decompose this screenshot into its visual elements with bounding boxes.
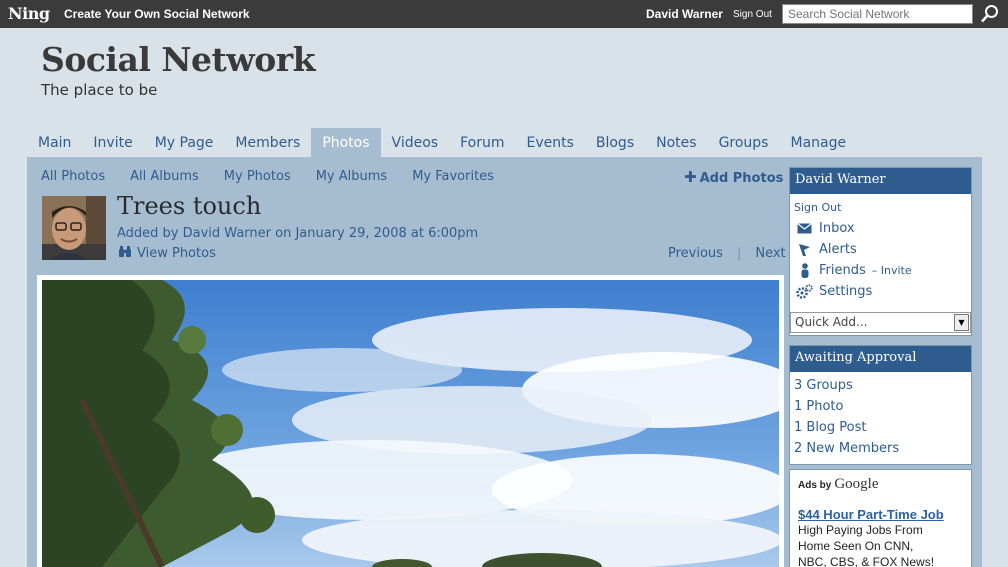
user-box: David Warner Sign Out Inbox Alerts Frien…	[789, 167, 972, 336]
site-title[interactable]: Social Network	[41, 40, 315, 79]
search-icon[interactable]	[980, 4, 1000, 24]
pager-separator: |	[736, 246, 742, 261]
dropdown-arrow-icon[interactable]: ▼	[954, 314, 969, 331]
avatar[interactable]	[42, 196, 106, 260]
approval-box: Awaiting Approval 3 Groups 1 Photo 1 Blo…	[789, 345, 972, 465]
tab-invite[interactable]: Invite	[82, 128, 143, 158]
tab-videos[interactable]: Videos	[381, 128, 450, 158]
approval-item-photo[interactable]: 1 Photo	[790, 396, 971, 417]
previous-link[interactable]: Previous	[668, 246, 723, 261]
next-link[interactable]: Next	[755, 246, 785, 261]
ads-by-google[interactable]: Ads by Google	[798, 476, 963, 493]
photo-title: Trees touch	[117, 192, 262, 220]
tab-groups[interactable]: Groups	[708, 128, 780, 158]
friends-link[interactable]: Friends – Invite	[790, 260, 971, 281]
subnav-my-photos[interactable]: My Photos	[224, 169, 291, 184]
top-bar: Ning Create Your Own Social Network Davi…	[0, 0, 1008, 28]
sidebar-sign-out-link[interactable]: Sign Out	[790, 194, 971, 218]
approval-item-groups[interactable]: 3 Groups	[790, 375, 971, 396]
ning-logo[interactable]: Ning	[8, 4, 50, 23]
gear-icon	[796, 284, 813, 299]
plus-icon: ✚	[684, 168, 697, 186]
friends-label: Friends	[819, 263, 866, 278]
approval-title: Awaiting Approval	[790, 346, 971, 372]
inbox-link[interactable]: Inbox	[790, 218, 971, 239]
inbox-label: Inbox	[819, 221, 855, 236]
tab-members[interactable]: Members	[224, 128, 311, 158]
quick-add-value: Quick Add...	[795, 315, 868, 329]
alerts-link[interactable]: Alerts	[790, 239, 971, 260]
binoculars-icon	[118, 245, 132, 262]
user-box-title[interactable]: David Warner	[790, 168, 971, 194]
google-logo: Google	[834, 476, 879, 492]
tab-my-page[interactable]: My Page	[144, 128, 225, 158]
site-tagline: The place to be	[41, 81, 158, 99]
approval-item-new-members[interactable]: 2 New Members	[790, 438, 971, 459]
create-network-link[interactable]: Create Your Own Social Network	[64, 7, 250, 21]
tab-photos[interactable]: Photos	[311, 128, 381, 158]
top-sign-out-link[interactable]: Sign Out	[733, 9, 772, 20]
main-nav: Main Invite My Page Members Photos Video…	[27, 128, 857, 158]
tab-main[interactable]: Main	[27, 128, 82, 158]
subnav-my-albums[interactable]: My Albums	[316, 169, 387, 184]
search-input[interactable]	[782, 4, 973, 24]
main-photo[interactable]	[42, 280, 779, 567]
tab-events[interactable]: Events	[515, 128, 584, 158]
view-photos-link[interactable]: View Photos	[118, 245, 216, 262]
subnav-all-photos[interactable]: All Photos	[41, 169, 105, 184]
settings-link[interactable]: Settings	[790, 281, 971, 302]
approval-list: 3 Groups 1 Photo 1 Blog Post 2 New Membe…	[790, 372, 971, 459]
subnav-all-albums[interactable]: All Albums	[130, 169, 199, 184]
tab-manage[interactable]: Manage	[779, 128, 857, 158]
subnav-my-favorites[interactable]: My Favorites	[412, 169, 494, 184]
ad-text-line-2: Home Seen On CNN,	[798, 539, 914, 553]
quick-add-select[interactable]: Quick Add... ▼	[790, 312, 971, 333]
tab-forum[interactable]: Forum	[449, 128, 515, 158]
ads-by-label: Ads by	[798, 480, 832, 491]
photo-pager: Previous | Next	[668, 246, 786, 261]
tab-blogs[interactable]: Blogs	[585, 128, 645, 158]
person-icon	[796, 263, 813, 278]
tab-notes[interactable]: Notes	[645, 128, 707, 158]
envelope-icon	[796, 222, 813, 236]
ad-text-line-1: High Paying Jobs From	[798, 523, 923, 537]
view-photos-label: View Photos	[137, 246, 216, 261]
photo-frame	[37, 275, 784, 567]
approval-item-blog-post[interactable]: 1 Blog Post	[790, 417, 971, 438]
alerts-label: Alerts	[819, 242, 857, 257]
photo-meta[interactable]: Added by David Warner on January 29, 200…	[117, 226, 478, 241]
ads-box: Ads by Google $44 Hour Part-Time Job Hig…	[789, 469, 972, 567]
flag-icon	[796, 243, 813, 257]
ad-text-line-3: NBC, CBS, & FOX News!	[798, 555, 935, 567]
invite-friends-link[interactable]: – Invite	[872, 264, 912, 277]
add-photos-button[interactable]: ✚ Add Photos	[684, 168, 783, 186]
top-user-name[interactable]: David Warner	[646, 7, 723, 21]
settings-label: Settings	[819, 284, 873, 299]
photo-subnav: All Photos All Albums My Photos My Album…	[41, 169, 519, 184]
ad-link[interactable]: $44 Hour Part-Time Job	[798, 507, 963, 522]
add-photos-label: Add Photos	[699, 171, 784, 186]
